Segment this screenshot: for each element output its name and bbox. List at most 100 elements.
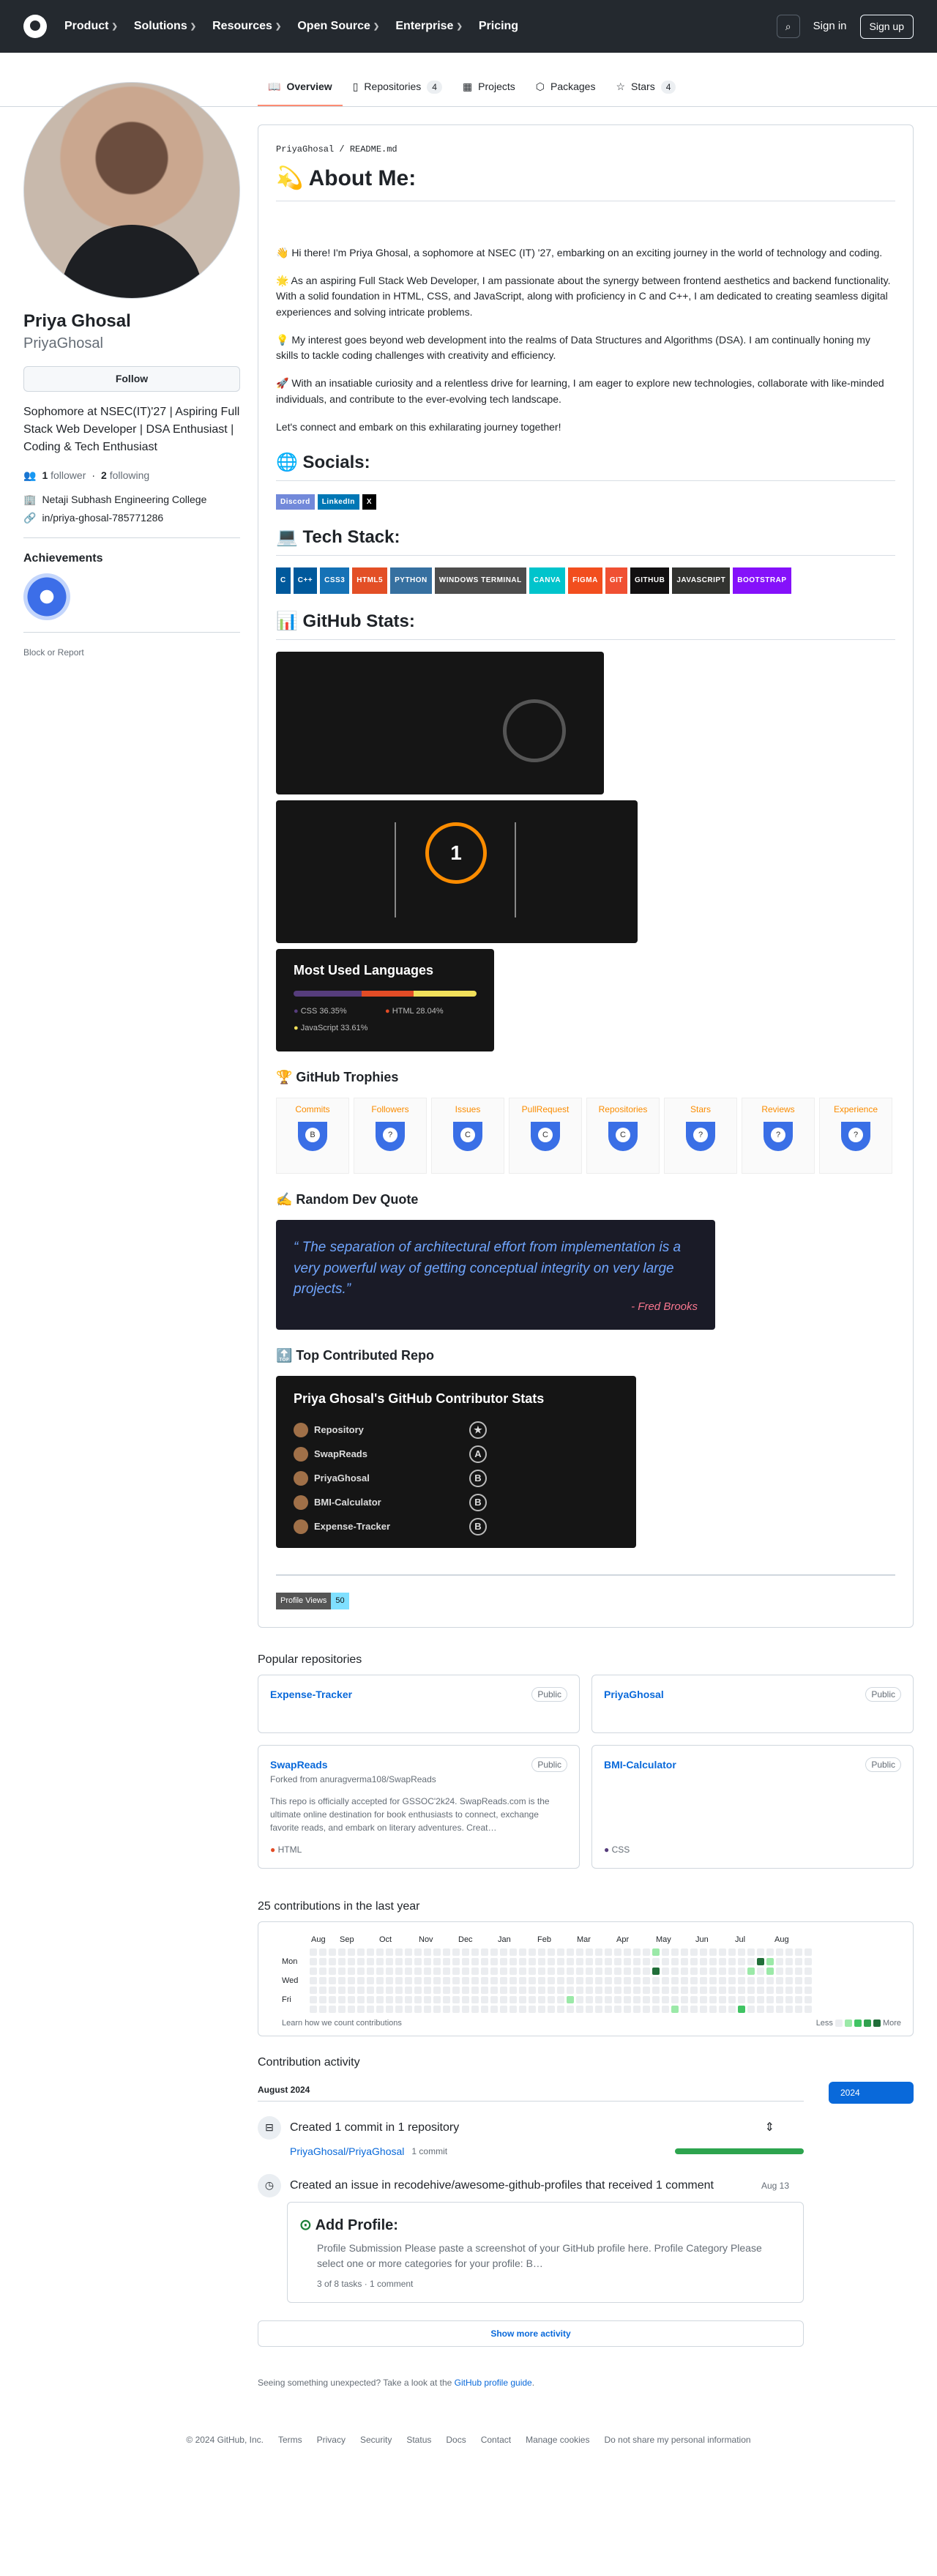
calendar-day[interactable] <box>719 1987 726 1995</box>
tech-badge[interactable]: PYTHON <box>390 567 432 595</box>
calendar-day[interactable] <box>471 2006 479 2014</box>
calendar-day[interactable] <box>785 1968 793 1976</box>
nav-solutions[interactable]: Solutions ❯ <box>134 18 196 35</box>
footer-link[interactable]: Status <box>406 2433 431 2446</box>
calendar-day[interactable] <box>776 1958 783 1966</box>
calendar-day[interactable] <box>452 1977 460 1985</box>
calendar-day[interactable] <box>719 2006 726 2014</box>
calendar-day[interactable] <box>376 1948 384 1957</box>
calendar-day[interactable] <box>643 1968 650 1976</box>
calendar-day[interactable] <box>671 1977 679 1985</box>
calendar-day[interactable] <box>348 2006 355 2014</box>
calendar-day[interactable] <box>681 1987 688 1995</box>
footer-link[interactable]: Privacy <box>317 2433 346 2446</box>
tab-packages[interactable]: ⬡ Packages <box>526 79 606 106</box>
calendar-day[interactable] <box>805 1977 812 1985</box>
calendar-day[interactable] <box>452 1958 460 1966</box>
calendar-day[interactable] <box>586 1977 593 1985</box>
calendar-day[interactable] <box>586 1968 593 1976</box>
calendar-day[interactable] <box>805 1987 812 1995</box>
avatar[interactable] <box>23 82 240 299</box>
nav-open-source[interactable]: Open Source ❯ <box>297 18 379 35</box>
calendar-day[interactable] <box>728 1987 736 1995</box>
calendar-day[interactable] <box>405 1987 412 1995</box>
calendar-day[interactable] <box>557 2006 564 2014</box>
nav-enterprise[interactable]: Enterprise ❯ <box>395 18 463 35</box>
calendar-day[interactable] <box>690 1948 698 1957</box>
calendar-day[interactable] <box>747 2006 755 2014</box>
calendar-day[interactable] <box>643 1996 650 2004</box>
calendar-day[interactable] <box>490 1948 498 1957</box>
calendar-day[interactable] <box>386 1958 393 1966</box>
following-link[interactable]: 2 following <box>101 468 149 483</box>
calendar-day[interactable] <box>595 1996 602 2004</box>
calendar-day[interactable] <box>709 1996 717 2004</box>
calendar-day[interactable] <box>443 1958 450 1966</box>
calendar-day[interactable] <box>709 1977 717 1985</box>
calendar-day[interactable] <box>576 1948 583 1957</box>
calendar-day[interactable] <box>738 1977 745 1985</box>
nav-product[interactable]: Product ❯ <box>64 18 118 35</box>
calendar-day[interactable] <box>490 1996 498 2004</box>
tab-projects[interactable]: ▦ Projects <box>452 79 526 106</box>
calendar-day[interactable] <box>500 1968 507 1976</box>
calendar-day[interactable] <box>633 1948 641 1957</box>
calendar-day[interactable] <box>367 1968 374 1976</box>
calendar-day[interactable] <box>548 1987 555 1995</box>
calendar-day[interactable] <box>433 1987 441 1995</box>
calendar-day[interactable] <box>376 1958 384 1966</box>
calendar-day[interactable] <box>624 1987 631 1995</box>
calendar-day[interactable] <box>338 1968 346 1976</box>
calendar-day[interactable] <box>329 1948 336 1957</box>
calendar-day[interactable] <box>519 1968 526 1976</box>
calendar-day[interactable] <box>395 2006 403 2014</box>
calendar-day[interactable] <box>776 1968 783 1976</box>
calendar-day[interactable] <box>310 1987 317 1995</box>
calendar-day[interactable] <box>433 1958 441 1966</box>
calendar-day[interactable] <box>709 1948 717 1957</box>
profile-guide-link[interactable]: GitHub profile guide <box>455 2378 532 2388</box>
calendar-day[interactable] <box>747 1968 755 1976</box>
calendar-day[interactable] <box>310 2006 317 2014</box>
calendar-day[interactable] <box>490 1968 498 1976</box>
calendar-day[interactable] <box>471 1948 479 1957</box>
calendar-day[interactable] <box>719 1948 726 1957</box>
tech-badge[interactable]: C <box>276 567 291 595</box>
calendar-day[interactable] <box>338 1958 346 1966</box>
calendar-day[interactable] <box>766 1968 774 1976</box>
calendar-day[interactable] <box>500 1987 507 1995</box>
calendar-day[interactable] <box>329 1968 336 1976</box>
calendar-day[interactable] <box>719 1977 726 1985</box>
calendar-day[interactable] <box>310 1977 317 1985</box>
calendar-day[interactable] <box>776 1948 783 1957</box>
calendar-day[interactable] <box>490 2006 498 2014</box>
calendar-day[interactable] <box>605 1948 612 1957</box>
calendar-day[interactable] <box>728 1996 736 2004</box>
calendar-day[interactable] <box>529 1958 536 1966</box>
linkedin-badge[interactable]: LinkedIn <box>317 494 359 510</box>
calendar-day[interactable] <box>614 1968 621 1976</box>
calendar-day[interactable] <box>652 1977 660 1985</box>
calendar-day[interactable] <box>557 1987 564 1995</box>
calendar-day[interactable] <box>662 1958 669 1966</box>
calendar-day[interactable] <box>395 1977 403 1985</box>
calendar-day[interactable] <box>319 1958 326 1966</box>
search-icon[interactable]: ⌕ <box>776 15 800 38</box>
calendar-day[interactable] <box>443 1996 450 2004</box>
calendar-day[interactable] <box>700 1948 707 1957</box>
calendar-day[interactable] <box>690 2006 698 2014</box>
calendar-day[interactable] <box>605 1958 612 1966</box>
tech-badge[interactable]: CSS3 <box>320 567 350 595</box>
calendar-day[interactable] <box>700 1968 707 1976</box>
calendar-day[interactable] <box>433 2006 441 2014</box>
calendar-day[interactable] <box>747 1996 755 2004</box>
calendar-day[interactable] <box>757 1996 764 2004</box>
calendar-day[interactable] <box>538 1977 545 1985</box>
calendar-day[interactable] <box>766 2006 774 2014</box>
calendar-day[interactable] <box>805 1968 812 1976</box>
calendar-day[interactable] <box>776 2006 783 2014</box>
calendar-day[interactable] <box>671 1948 679 1957</box>
calendar-day[interactable] <box>310 1968 317 1976</box>
footer-link[interactable]: Contact <box>481 2433 511 2446</box>
calendar-day[interactable] <box>509 1948 517 1957</box>
